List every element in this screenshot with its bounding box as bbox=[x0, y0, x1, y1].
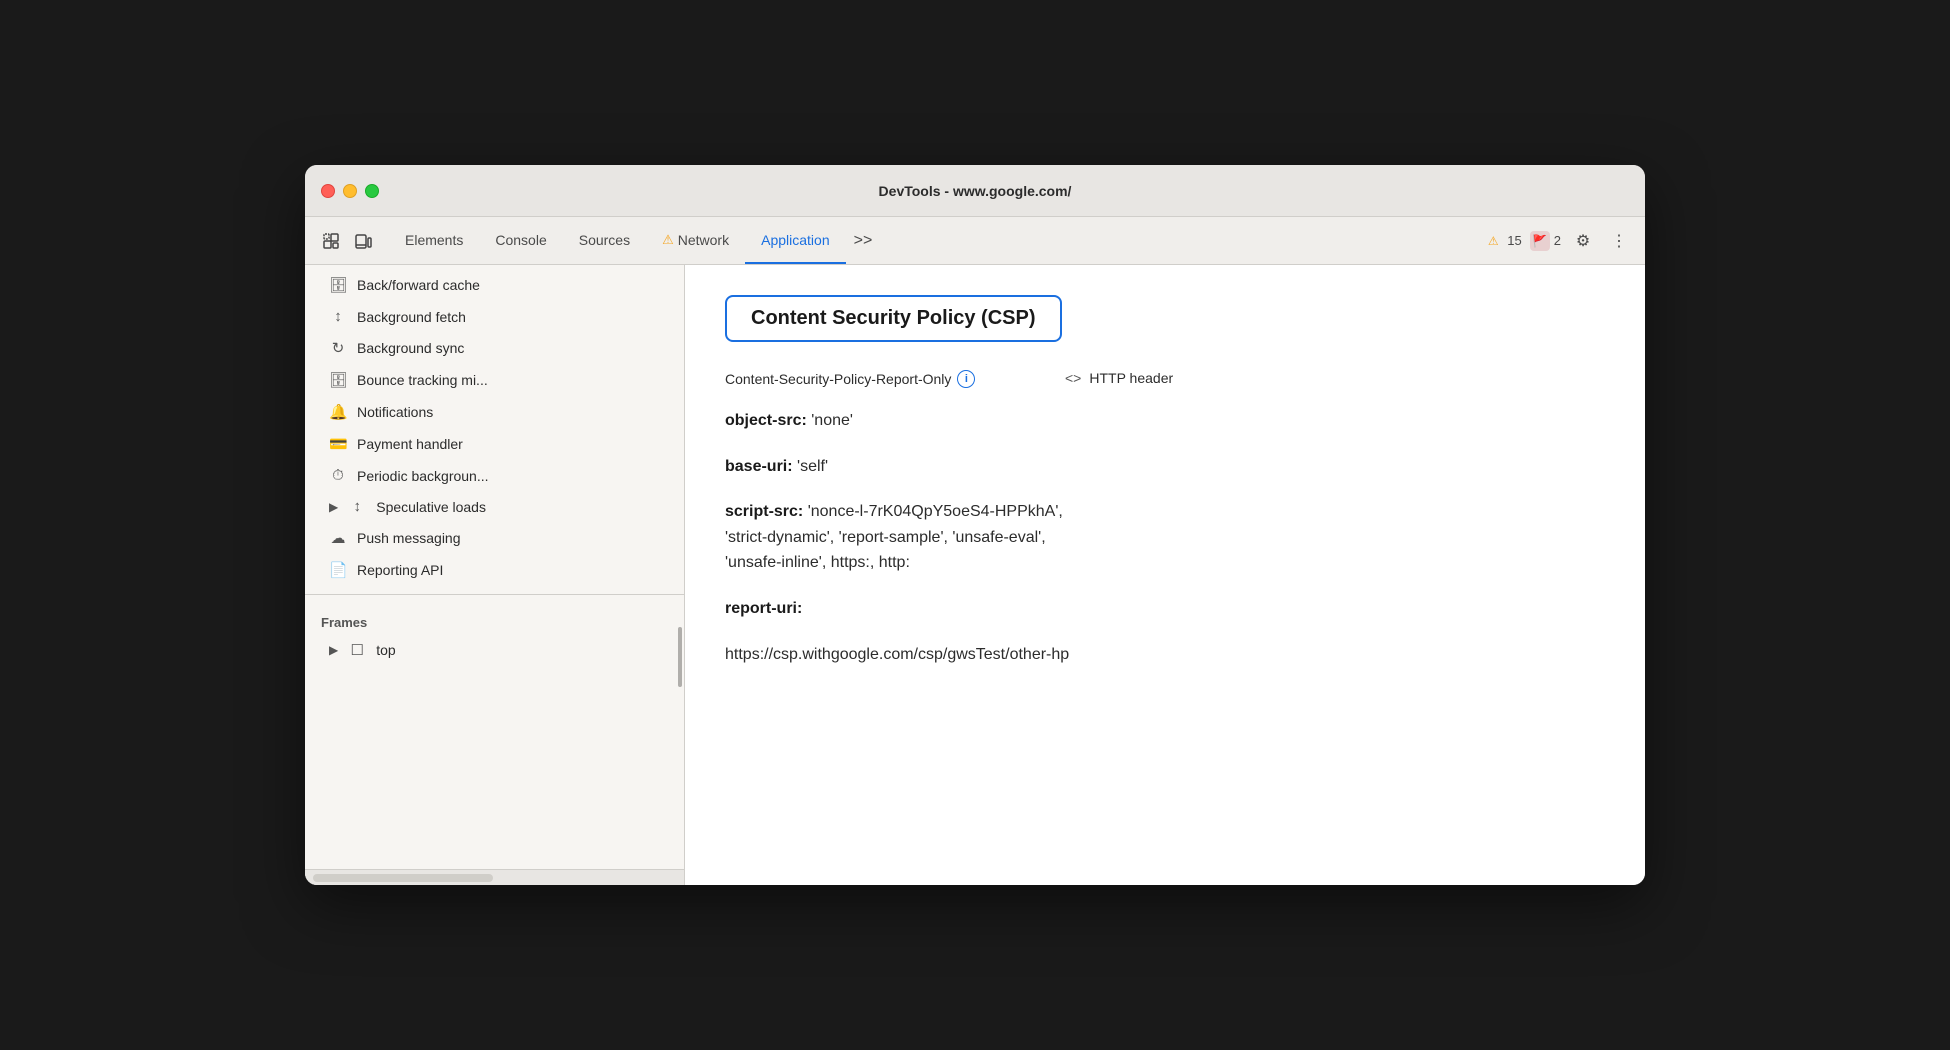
tab-bar: Elements Console Sources ⚠ Network Appli… bbox=[389, 217, 1483, 264]
info-icon[interactable]: i bbox=[957, 370, 975, 388]
frames-section-label: Frames bbox=[305, 603, 684, 634]
tab-elements[interactable]: Elements bbox=[389, 217, 479, 264]
network-warning-icon: ⚠ bbox=[662, 232, 674, 248]
sidebar-item-frames-top[interactable]: ▶ ☐ top bbox=[305, 634, 684, 666]
warning-triangle-icon: ⚠ bbox=[1483, 231, 1503, 251]
csp-policy-row: Content-Security-Policy-Report-Only i <>… bbox=[725, 370, 1605, 388]
csp-source-value: <> HTTP header bbox=[1065, 370, 1173, 386]
sidebar-item-background-sync[interactable]: ↻ Background sync bbox=[305, 332, 684, 364]
csp-properties: object-src: 'none' base-uri: 'self' scri… bbox=[725, 408, 1605, 667]
object-src-key: object-src: bbox=[725, 412, 807, 429]
sidebar-scrollbar-thumb[interactable] bbox=[678, 627, 682, 687]
inspect-icon[interactable] bbox=[317, 227, 345, 255]
code-brackets-icon: <> bbox=[1065, 370, 1081, 386]
settings-icon[interactable]: ⚙ bbox=[1569, 227, 1597, 255]
sidebar-item-periodic-background[interactable]: ⏱ Periodic backgroun... bbox=[305, 460, 684, 491]
periodic-background-icon: ⏱ bbox=[329, 467, 347, 484]
more-options-icon[interactable]: ⋮ bbox=[1605, 227, 1633, 255]
speculative-loads-icon: ↕ bbox=[348, 498, 366, 515]
push-messaging-icon: ☁ bbox=[329, 529, 347, 547]
sidebar-item-speculative-loads[interactable]: ▶ ↕ Speculative loads bbox=[305, 491, 684, 522]
sidebar-content: 🗄 Back/forward cache ↕ Background fetch … bbox=[305, 265, 684, 670]
script-src-key: script-src: bbox=[725, 503, 803, 520]
sidebar: 🗄 Back/forward cache ↕ Background fetch … bbox=[305, 265, 685, 885]
payment-handler-icon: 💳 bbox=[329, 435, 347, 453]
window-title: DevTools - www.google.com/ bbox=[879, 183, 1072, 199]
notifications-icon: 🔔 bbox=[329, 403, 347, 421]
warnings-count: 15 bbox=[1507, 233, 1521, 248]
csp-policy-label: Content-Security-Policy-Report-Only i bbox=[725, 370, 1065, 388]
csp-base-uri: base-uri: 'self' bbox=[725, 454, 1605, 480]
report-uri-key: report-uri: bbox=[725, 600, 802, 617]
maximize-button[interactable] bbox=[365, 184, 379, 198]
device-toggle-icon[interactable] bbox=[349, 227, 377, 255]
errors-badge[interactable]: 🚩 2 bbox=[1530, 231, 1561, 251]
frame-icon: ☐ bbox=[348, 641, 366, 659]
toolbar: Elements Console Sources ⚠ Network Appli… bbox=[305, 217, 1645, 265]
toolbar-right: ⚠ 15 🚩 2 ⚙ ⋮ bbox=[1483, 227, 1633, 255]
bounce-tracking-icon: 🗄 bbox=[329, 371, 347, 389]
tab-sources[interactable]: Sources bbox=[563, 217, 646, 264]
report-uri-value: https://csp.withgoogle.com/csp/gwsTest/o… bbox=[725, 646, 1069, 663]
csp-title-box: Content Security Policy (CSP) bbox=[725, 295, 1062, 342]
csp-object-src: object-src: 'none' bbox=[725, 408, 1605, 434]
close-button[interactable] bbox=[321, 184, 335, 198]
frames-expand-icon: ▶ bbox=[329, 643, 338, 657]
object-src-value: 'none' bbox=[811, 412, 853, 429]
divider bbox=[305, 594, 684, 595]
sidebar-scroll-area: 🗄 Back/forward cache ↕ Background fetch … bbox=[305, 265, 684, 869]
back-forward-cache-icon: 🗄 bbox=[329, 276, 347, 294]
background-sync-icon: ↻ bbox=[329, 339, 347, 357]
sidebar-item-background-fetch[interactable]: ↕ Background fetch bbox=[305, 301, 684, 332]
csp-report-uri-val: https://csp.withgoogle.com/csp/gwsTest/o… bbox=[725, 642, 1605, 668]
content-panel: Content Security Policy (CSP) Content-Se… bbox=[685, 265, 1645, 885]
minimize-button[interactable] bbox=[343, 184, 357, 198]
sidebar-item-push-messaging[interactable]: ☁ Push messaging bbox=[305, 522, 684, 554]
devtools-window: DevTools - www.google.com/ bbox=[305, 165, 1645, 885]
sidebar-item-bounce-tracking[interactable]: 🗄 Bounce tracking mi... bbox=[305, 364, 684, 396]
tab-console[interactable]: Console bbox=[479, 217, 562, 264]
sidebar-item-back-forward-cache[interactable]: 🗄 Back/forward cache bbox=[305, 269, 684, 301]
horizontal-scrollbar[interactable] bbox=[313, 874, 493, 882]
main-area: 🗄 Back/forward cache ↕ Background fetch … bbox=[305, 265, 1645, 885]
background-fetch-icon: ↕ bbox=[329, 308, 347, 325]
tab-application[interactable]: Application bbox=[745, 217, 846, 264]
sidebar-item-notifications[interactable]: 🔔 Notifications bbox=[305, 396, 684, 428]
reporting-api-icon: 📄 bbox=[329, 561, 347, 579]
traffic-lights bbox=[321, 184, 379, 198]
more-tabs-button[interactable]: >> bbox=[854, 232, 873, 250]
expand-arrow-icon: ▶ bbox=[329, 500, 338, 514]
titlebar: DevTools - www.google.com/ bbox=[305, 165, 1645, 217]
csp-script-src: script-src: 'nonce-l-7rK04QpY5oeS4-HPPkh… bbox=[725, 499, 1605, 576]
toolbar-icon-group bbox=[317, 227, 377, 255]
sidebar-item-payment-handler[interactable]: 💳 Payment handler bbox=[305, 428, 684, 460]
base-uri-key: base-uri: bbox=[725, 458, 793, 475]
sidebar-item-reporting-api[interactable]: 📄 Reporting API bbox=[305, 554, 684, 586]
error-square-icon: 🚩 bbox=[1530, 231, 1550, 251]
warnings-badge[interactable]: ⚠ 15 bbox=[1483, 231, 1521, 251]
sidebar-bottom-bar bbox=[305, 869, 684, 885]
tab-network[interactable]: ⚠ Network bbox=[646, 217, 745, 264]
errors-count: 2 bbox=[1554, 233, 1561, 248]
base-uri-value: 'self' bbox=[797, 458, 828, 475]
csp-report-uri: report-uri: bbox=[725, 596, 1605, 622]
